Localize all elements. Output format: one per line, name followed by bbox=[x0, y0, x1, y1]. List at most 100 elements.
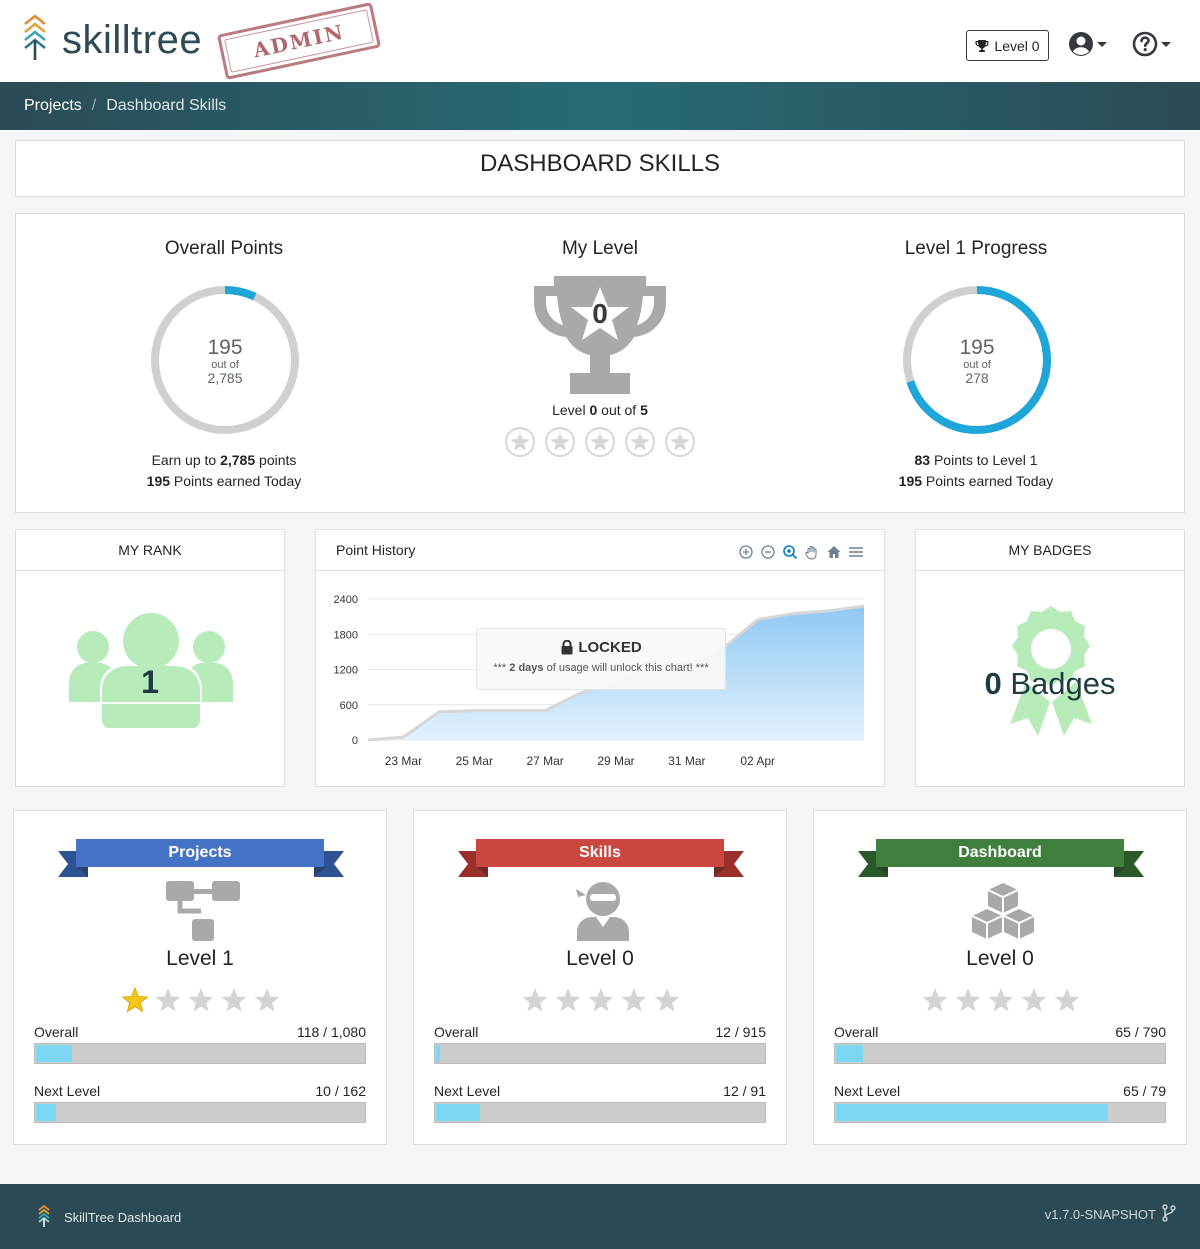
star-empty-icon bbox=[1054, 988, 1080, 1012]
next-level-progress-bar bbox=[834, 1102, 1166, 1123]
subject-card-projects[interactable]: Projects Level 1 Overall 118 / 1,080 Nex… bbox=[13, 810, 387, 1145]
my-badges-title: MY BADGES bbox=[916, 530, 1184, 571]
logo-text[interactable]: skilltree bbox=[62, 18, 202, 63]
subject-ribbon: Dashboard bbox=[858, 839, 1144, 879]
my-badges-card[interactable]: MY BADGES 0 Badges bbox=[915, 529, 1185, 787]
project-diagram-icon bbox=[166, 881, 240, 941]
star-empty-icon bbox=[254, 988, 280, 1012]
star-empty-icon bbox=[654, 988, 680, 1012]
level-stars bbox=[504, 425, 704, 459]
zoom-in-icon[interactable] bbox=[738, 544, 754, 560]
lock-icon bbox=[561, 640, 573, 655]
x-tick-label: 27 Mar bbox=[526, 754, 563, 768]
next-level-value: 65 / 79 bbox=[1123, 1083, 1166, 1099]
overall-points-value: 195 bbox=[207, 336, 243, 359]
badges-count-text: 0 Badges bbox=[984, 666, 1116, 701]
points-today-text: 195 Points earned Today bbox=[898, 473, 1054, 489]
earn-up-to-text: Earn up to 2,785 points bbox=[151, 452, 297, 468]
x-tick-label: 23 Mar bbox=[385, 754, 422, 768]
user-menu[interactable] bbox=[1068, 30, 1112, 58]
next-level-progress-fill bbox=[36, 1104, 57, 1121]
overall-label: Overall bbox=[34, 1024, 79, 1040]
star-empty-icon bbox=[522, 988, 548, 1012]
star-empty-icon bbox=[922, 988, 948, 1012]
cubes-icon bbox=[971, 883, 1035, 939]
subject-card-skills[interactable]: Skills Level 0 Overall 12 / 915 Next Lev… bbox=[413, 810, 787, 1145]
footer: SkillTree Dashboard v1.7.0-SNAPSHOT bbox=[0, 1184, 1200, 1249]
y-tick-label: 0 bbox=[352, 735, 358, 747]
next-level-value: 10 / 162 bbox=[315, 1083, 366, 1099]
next-level-progress-fill bbox=[436, 1104, 480, 1121]
star-empty-icon bbox=[545, 427, 575, 457]
overall-progress-fill bbox=[436, 1045, 441, 1062]
level-progress-title: Level 1 Progress bbox=[904, 238, 1048, 259]
star-empty-icon bbox=[665, 427, 695, 457]
chevron-down-icon bbox=[1097, 41, 1107, 47]
subject-stars bbox=[522, 988, 680, 1012]
breadcrumb: Projects / Dashboard Skills bbox=[0, 82, 1200, 130]
overall-progress-fill bbox=[836, 1045, 864, 1062]
breadcrumb-current: Dashboard Skills bbox=[106, 97, 227, 114]
code-branch-icon[interactable] bbox=[1162, 1204, 1176, 1222]
subject-card-dashboard[interactable]: Dashboard Level 0 Overall 65 / 790 Next … bbox=[813, 810, 1187, 1145]
level-number: 0 bbox=[592, 298, 608, 329]
overall-progress-bar bbox=[434, 1043, 766, 1064]
selection-zoom-icon[interactable] bbox=[782, 544, 798, 560]
overall-progress-row: Overall 118 / 1,080 bbox=[34, 1024, 366, 1040]
x-tick-label: 29 Mar bbox=[597, 754, 634, 768]
star-empty-icon bbox=[955, 988, 981, 1012]
next-level-progress-row: Next Level 12 / 91 bbox=[434, 1083, 766, 1099]
next-level-progress-bar bbox=[434, 1102, 766, 1123]
overall-value: 65 / 790 bbox=[1115, 1024, 1166, 1040]
overview-card: Overall Points 195 out of 2,785 Earn up … bbox=[15, 213, 1185, 513]
overall-progress-fill bbox=[36, 1045, 72, 1062]
chart-toolbar bbox=[738, 544, 864, 560]
subject-name: Skills bbox=[476, 839, 724, 867]
star-empty-icon bbox=[505, 427, 535, 457]
home-icon[interactable] bbox=[826, 544, 842, 560]
locked-title: LOCKED bbox=[477, 639, 725, 656]
star-filled-icon bbox=[121, 986, 149, 1013]
subject-name: Projects bbox=[76, 839, 324, 867]
level-button[interactable]: Level 0 bbox=[966, 30, 1049, 61]
subject-level: Level 0 bbox=[566, 947, 634, 970]
footer-version: v1.7.0-SNAPSHOT bbox=[1044, 1207, 1156, 1222]
user-ninja-icon bbox=[576, 882, 629, 941]
x-tick-label: 31 Mar bbox=[668, 754, 705, 768]
locked-overlay: LOCKED *** 2 days of usage will unlock t… bbox=[476, 628, 726, 690]
my-rank-title: MY RANK bbox=[16, 530, 284, 571]
rank-value: 1 bbox=[141, 664, 159, 700]
zoom-out-icon[interactable] bbox=[760, 544, 776, 560]
help-menu[interactable] bbox=[1132, 30, 1176, 58]
level-stars-svg bbox=[505, 427, 695, 457]
y-tick-label: 2400 bbox=[334, 594, 358, 606]
overall-label: Overall bbox=[434, 1024, 479, 1040]
y-tick-label: 1200 bbox=[334, 665, 358, 677]
overall-value: 118 / 1,080 bbox=[296, 1024, 366, 1040]
next-level-progress-bar bbox=[34, 1102, 366, 1123]
skilltree-logo-icon[interactable] bbox=[22, 14, 48, 62]
question-circle-icon bbox=[1132, 31, 1158, 57]
pan-icon[interactable] bbox=[804, 544, 820, 560]
skilltree-logo-icon bbox=[38, 1204, 50, 1227]
star-empty-icon bbox=[625, 427, 655, 457]
star-empty-icon bbox=[155, 988, 181, 1012]
breadcrumb-projects-link[interactable]: Projects bbox=[24, 97, 82, 115]
subject-level: Level 0 bbox=[966, 947, 1034, 970]
overall-points-title: Overall Points bbox=[164, 238, 284, 259]
x-tick-label: 02 Apr bbox=[740, 754, 775, 768]
next-level-progress-fill bbox=[836, 1104, 1108, 1121]
star-empty-icon bbox=[988, 988, 1014, 1012]
page-title: DASHBOARD SKILLS bbox=[15, 140, 1185, 197]
overall-progress-row: Overall 65 / 790 bbox=[834, 1024, 1166, 1040]
my-rank-card[interactable]: MY RANK 1 bbox=[15, 529, 285, 787]
next-level-label: Next Level bbox=[34, 1083, 101, 1099]
next-level-progress-row: Next Level 10 / 162 bbox=[34, 1083, 366, 1099]
subject-name: Dashboard bbox=[876, 839, 1124, 867]
chevron-down-icon bbox=[1161, 41, 1171, 47]
next-level-progress-row: Next Level 65 / 79 bbox=[834, 1083, 1166, 1099]
star-empty-icon bbox=[621, 988, 647, 1012]
overall-progress-bar bbox=[34, 1043, 366, 1064]
subject-ribbon: Skills bbox=[458, 839, 744, 879]
menu-icon[interactable] bbox=[848, 544, 864, 560]
